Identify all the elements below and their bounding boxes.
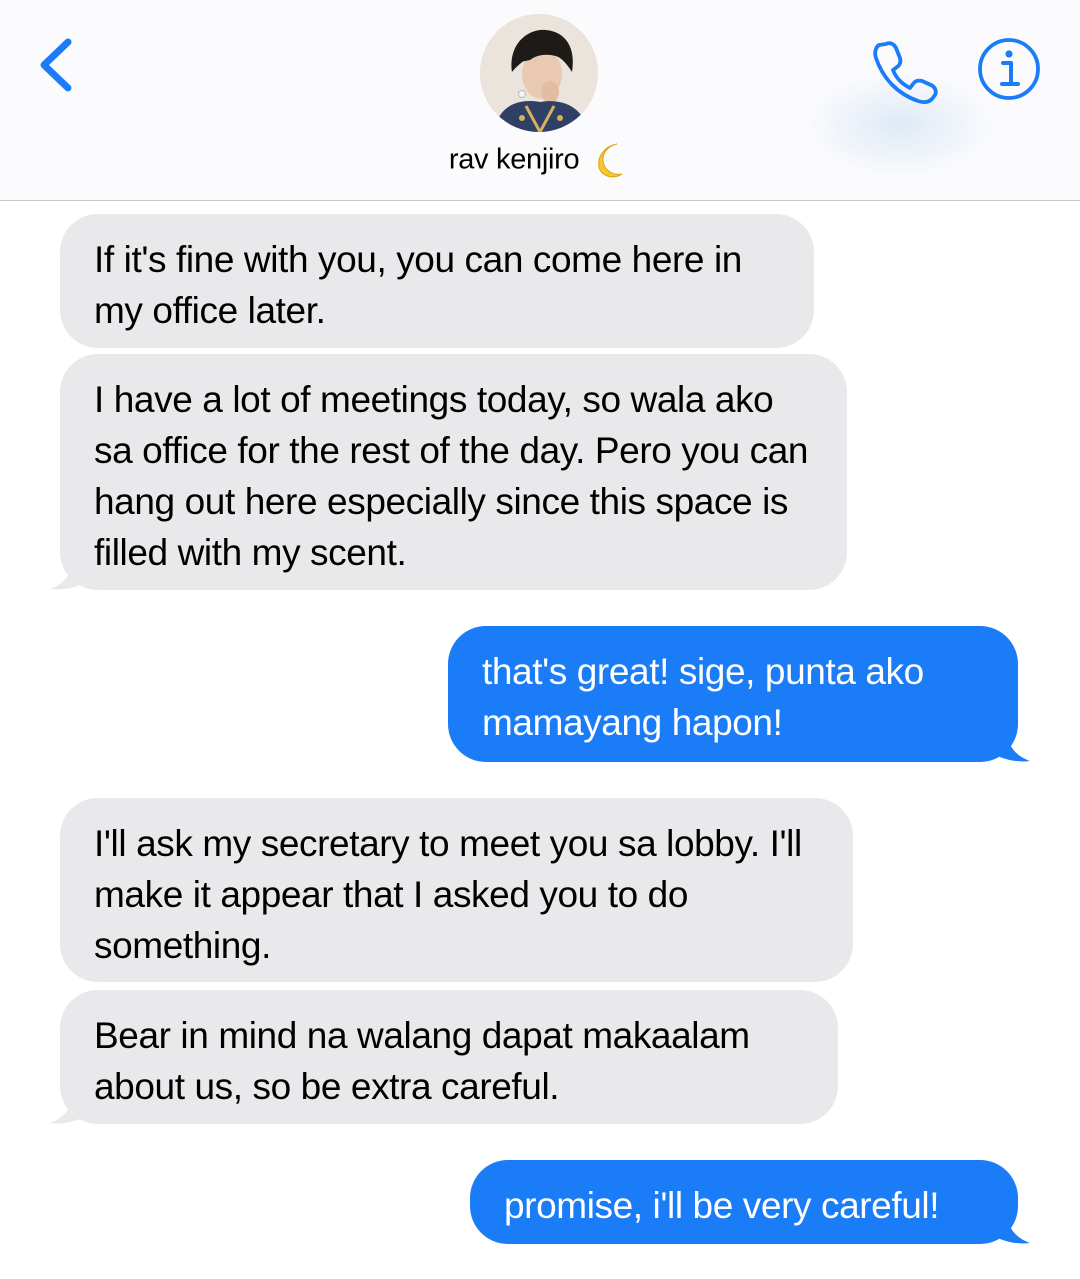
contact-name[interactable]: rav kenjiro — [0, 140, 1080, 180]
crescent-moon-icon — [598, 143, 623, 178]
incoming-bubble-tail — [50, 1086, 92, 1124]
message-bubble-outgoing[interactable]: that's great! sige, punta ako mamayang h… — [448, 626, 1018, 762]
info-icon — [978, 38, 1040, 100]
message-text: I'll ask my secretary to meet you sa lob… — [94, 823, 802, 966]
message-text: that's great! sige, punta ako mamayang h… — [482, 651, 924, 743]
message-text: If it's fine with you, you can come here… — [94, 239, 742, 331]
message-bubble-incoming[interactable]: If it's fine with you, you can come here… — [60, 214, 814, 348]
contact-avatar[interactable] — [480, 14, 598, 132]
avatar-photo — [480, 14, 598, 132]
call-button[interactable] — [868, 36, 940, 104]
contact-name-text: rav kenjiro — [448, 143, 580, 176]
phone-icon — [873, 41, 938, 104]
outgoing-bubble-tail — [988, 724, 1030, 762]
message-bubble-incoming[interactable]: I'll ask my secretary to meet you sa lob… — [60, 798, 853, 982]
message-text: I have a lot of meetings today, so wala … — [94, 379, 809, 573]
message-text: Bear in mind na walang dapat makaalam ab… — [94, 1015, 750, 1107]
message-bubble-outgoing[interactable]: promise, i'll be very careful! — [470, 1160, 1018, 1244]
message-bubble-incoming[interactable]: I have a lot of meetings today, so wala … — [60, 354, 847, 590]
outgoing-bubble-tail — [988, 1206, 1030, 1244]
info-button[interactable] — [976, 36, 1042, 102]
message-text: promise, i'll be very careful! — [504, 1185, 940, 1226]
chevron-left-icon — [40, 38, 72, 92]
message-bubble-incoming[interactable]: Bear in mind na walang dapat makaalam ab… — [60, 990, 838, 1124]
back-button[interactable] — [28, 30, 88, 100]
conversation-header: rav kenjiro — [0, 0, 1080, 201]
incoming-bubble-tail — [50, 552, 92, 590]
